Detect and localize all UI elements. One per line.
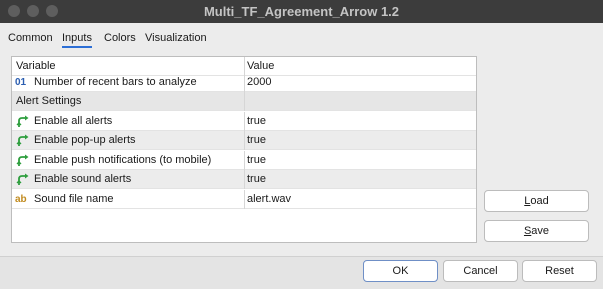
grid-row[interactable]: ab Sound file name alert.wav: [12, 190, 476, 209]
variable-name: Enable all alerts: [34, 115, 113, 127]
ok-button[interactable]: OK: [363, 260, 438, 282]
variable-name: Enable pop-up alerts: [34, 134, 136, 146]
variable-name: Number of recent bars to analyze: [34, 76, 197, 88]
variable-value[interactable]: true: [247, 151, 266, 170]
group-label: Alert Settings: [16, 95, 82, 107]
variable-value[interactable]: true: [247, 170, 266, 189]
grid-row[interactable]: Enable sound alerts true: [12, 170, 476, 189]
bool-arrow-icon: [16, 115, 29, 127]
tab-common[interactable]: Common: [8, 30, 53, 48]
bool-arrow-icon: [16, 173, 29, 185]
save-button[interactable]: Save: [484, 220, 589, 242]
variable-name: Sound file name: [34, 193, 114, 205]
grid-row[interactable]: Enable push notifications (to mobile) tr…: [12, 151, 476, 170]
save-label: ave: [531, 225, 550, 237]
cancel-button[interactable]: Cancel: [443, 260, 518, 282]
grid-row[interactable]: Enable all alerts true: [12, 112, 476, 131]
tab-visualization[interactable]: Visualization: [145, 30, 207, 48]
grid-row[interactable]: 01 Number of recent bars to analyze 2000: [12, 73, 476, 92]
grid-row[interactable]: Enable pop-up alerts true: [12, 131, 476, 150]
variable-value[interactable]: true: [247, 112, 266, 131]
variable-value[interactable]: 2000: [247, 73, 271, 92]
tab-inputs[interactable]: Inputs: [62, 30, 92, 48]
integer-icon: 01: [15, 77, 27, 88]
title-bar: Multi_TF_Agreement_Arrow 1.2: [0, 0, 603, 23]
bool-arrow-icon: [16, 154, 29, 166]
load-label: oad: [530, 195, 549, 207]
group-row: Alert Settings: [12, 92, 476, 111]
string-icon: ab: [15, 194, 27, 205]
bool-arrow-icon: [16, 134, 29, 146]
variable-value[interactable]: true: [247, 131, 266, 150]
variable-name: Enable push notifications (to mobile): [34, 154, 212, 166]
variable-name: Enable sound alerts: [34, 173, 132, 185]
variable-value[interactable]: alert.wav: [247, 190, 291, 209]
tab-colors[interactable]: Colors: [104, 30, 136, 48]
reset-button[interactable]: Reset: [522, 260, 597, 282]
load-button[interactable]: Load: [484, 190, 589, 212]
window-title: Multi_TF_Agreement_Arrow 1.2: [203, 4, 400, 19]
inputs-grid: Variable Value 01 Number of recent bars …: [11, 56, 477, 243]
